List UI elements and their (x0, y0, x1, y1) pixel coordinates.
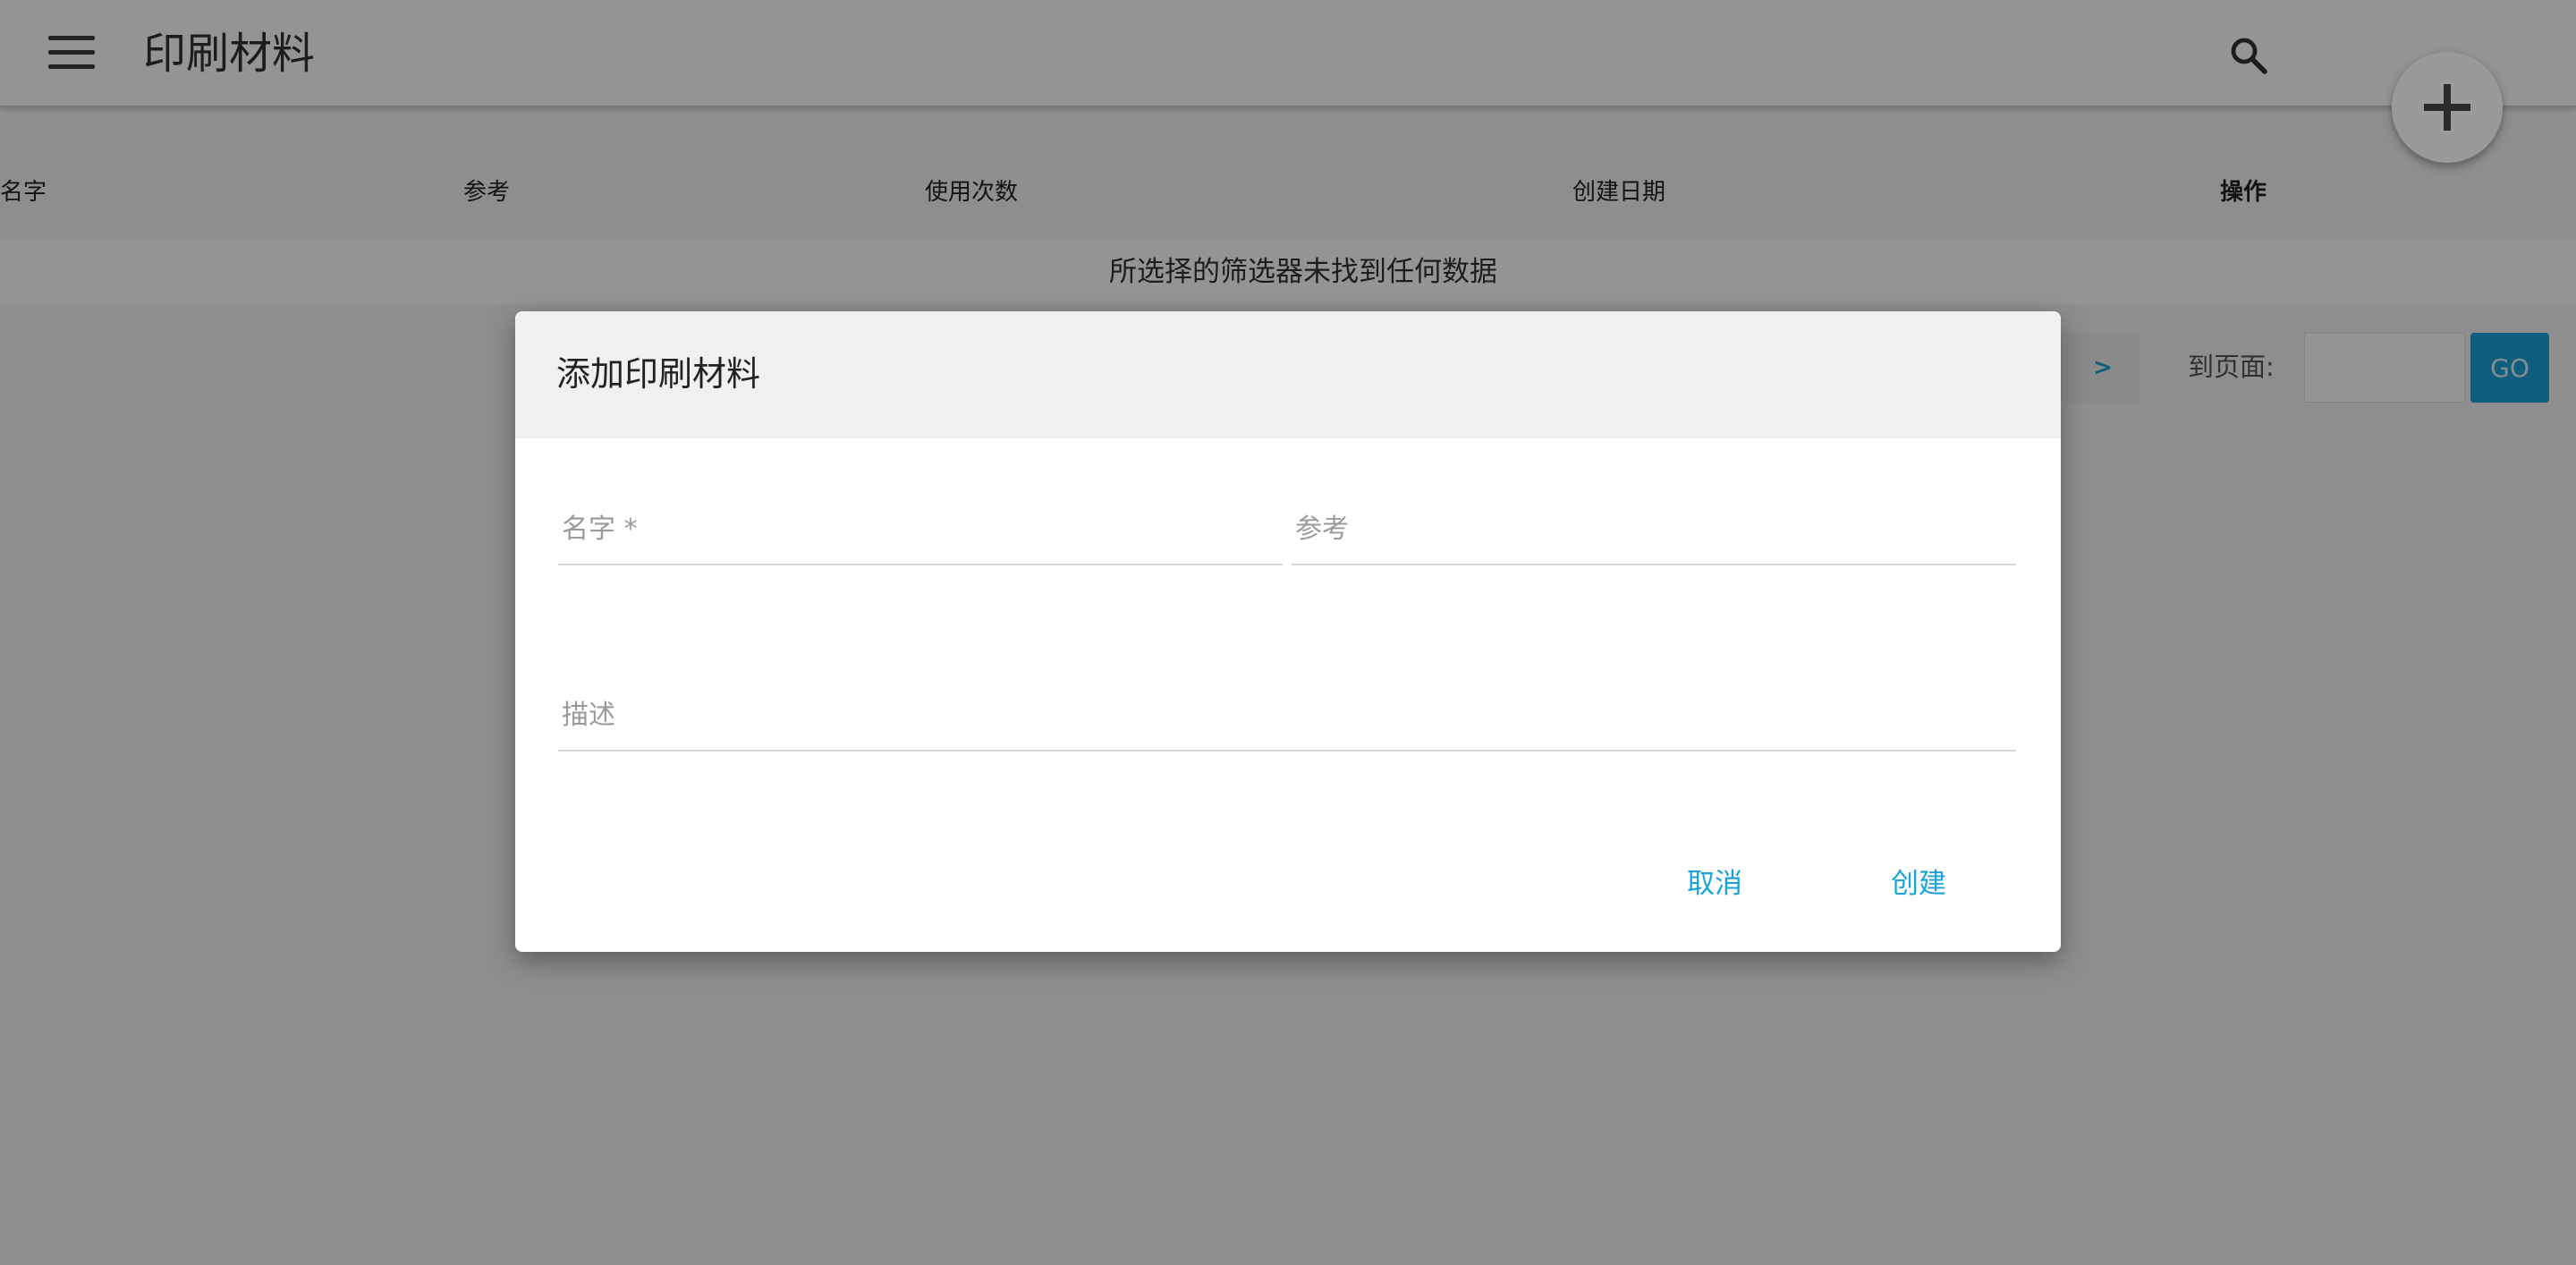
name-input[interactable] (558, 506, 1283, 551)
plus-icon (2424, 84, 2470, 131)
dialog-title: 添加印刷材料 (556, 354, 761, 394)
name-field[interactable]: 名字 * (558, 488, 1283, 565)
description-field[interactable]: 描述 (558, 675, 2016, 751)
reference-input[interactable] (1292, 506, 2016, 551)
app-root: 印刷材料 名字 参考 使用次数 创建日期 操作 所选择的筛选器未找到任何数据 >… (0, 0, 2576, 1265)
add-button[interactable] (2392, 52, 2503, 163)
cancel-button[interactable]: 取消 (1687, 866, 1742, 902)
add-material-dialog: 添加印刷材料 名字 * 参考描述取消 创建 (515, 311, 2061, 952)
reference-field[interactable]: 参考 (1292, 488, 2016, 565)
dialog-header: 添加印刷材料 (515, 311, 2061, 438)
description-input[interactable] (558, 692, 2016, 737)
create-button[interactable]: 创建 (1891, 866, 1946, 902)
